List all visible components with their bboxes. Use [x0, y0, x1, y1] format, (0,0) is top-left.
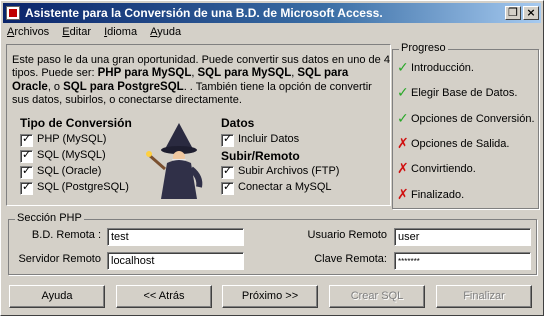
- menu-editar[interactable]: Editar: [58, 24, 95, 40]
- x-mark-icon: ✗: [397, 161, 409, 177]
- back-button[interactable]: << Atrás: [116, 285, 212, 308]
- upload-remote-heading: Subir/Remoto: [221, 149, 300, 163]
- description-text: Este paso le da una gran oportunidad. Pu…: [12, 54, 390, 107]
- menu-idioma[interactable]: Idioma: [100, 24, 141, 40]
- menu-archivos[interactable]: Archivos: [3, 24, 53, 40]
- remote-user-input[interactable]: user: [394, 228, 531, 246]
- menu-ayuda[interactable]: Ayuda: [146, 24, 185, 40]
- title-bar[interactable]: Asistente para la Conversión de una B.D.…: [3, 3, 541, 23]
- data-heading: Datos: [221, 116, 255, 130]
- remote-server-label: Servidor Remoto: [18, 253, 101, 265]
- remote-password-input[interactable]: *******: [394, 252, 531, 270]
- access-app-icon: [6, 6, 20, 20]
- progress-title: Progreso: [399, 42, 448, 54]
- conversion-type-heading: Tipo de Conversión: [20, 116, 132, 130]
- remote-password-label: Clave Remota:: [314, 253, 387, 265]
- check-icon: ✓: [397, 111, 409, 127]
- remote-db-input[interactable]: test: [107, 228, 244, 246]
- help-button[interactable]: Ayuda: [9, 285, 105, 308]
- finish-button[interactable]: Finalizar: [436, 285, 532, 308]
- x-mark-icon: ✗: [397, 187, 409, 203]
- menu-bar: Archivos Editar Idioma Ayuda: [3, 24, 187, 42]
- restore-button[interactable]: ❐: [505, 6, 521, 20]
- x-mark-icon: ✗: [397, 136, 409, 152]
- remote-server-input[interactable]: localhost: [107, 252, 244, 270]
- wizard-window: Asistente para la Conversión de una B.D.…: [0, 0, 544, 316]
- close-button[interactable]: ×: [523, 6, 539, 20]
- wizard-mascot-icon: [146, 123, 203, 199]
- php-section-title: Sección PHP: [15, 212, 84, 224]
- next-button[interactable]: Próximo >>: [222, 285, 318, 308]
- create-sql-button[interactable]: Crear SQL: [329, 285, 425, 308]
- check-icon: ✓: [397, 85, 409, 101]
- remote-user-label: Usuario Remoto: [307, 229, 387, 241]
- window-title: Asistente para la Conversión de una B.D.…: [25, 6, 383, 20]
- check-icon: ✓: [397, 60, 409, 76]
- remote-db-label: B.D. Remota :: [31, 229, 101, 241]
